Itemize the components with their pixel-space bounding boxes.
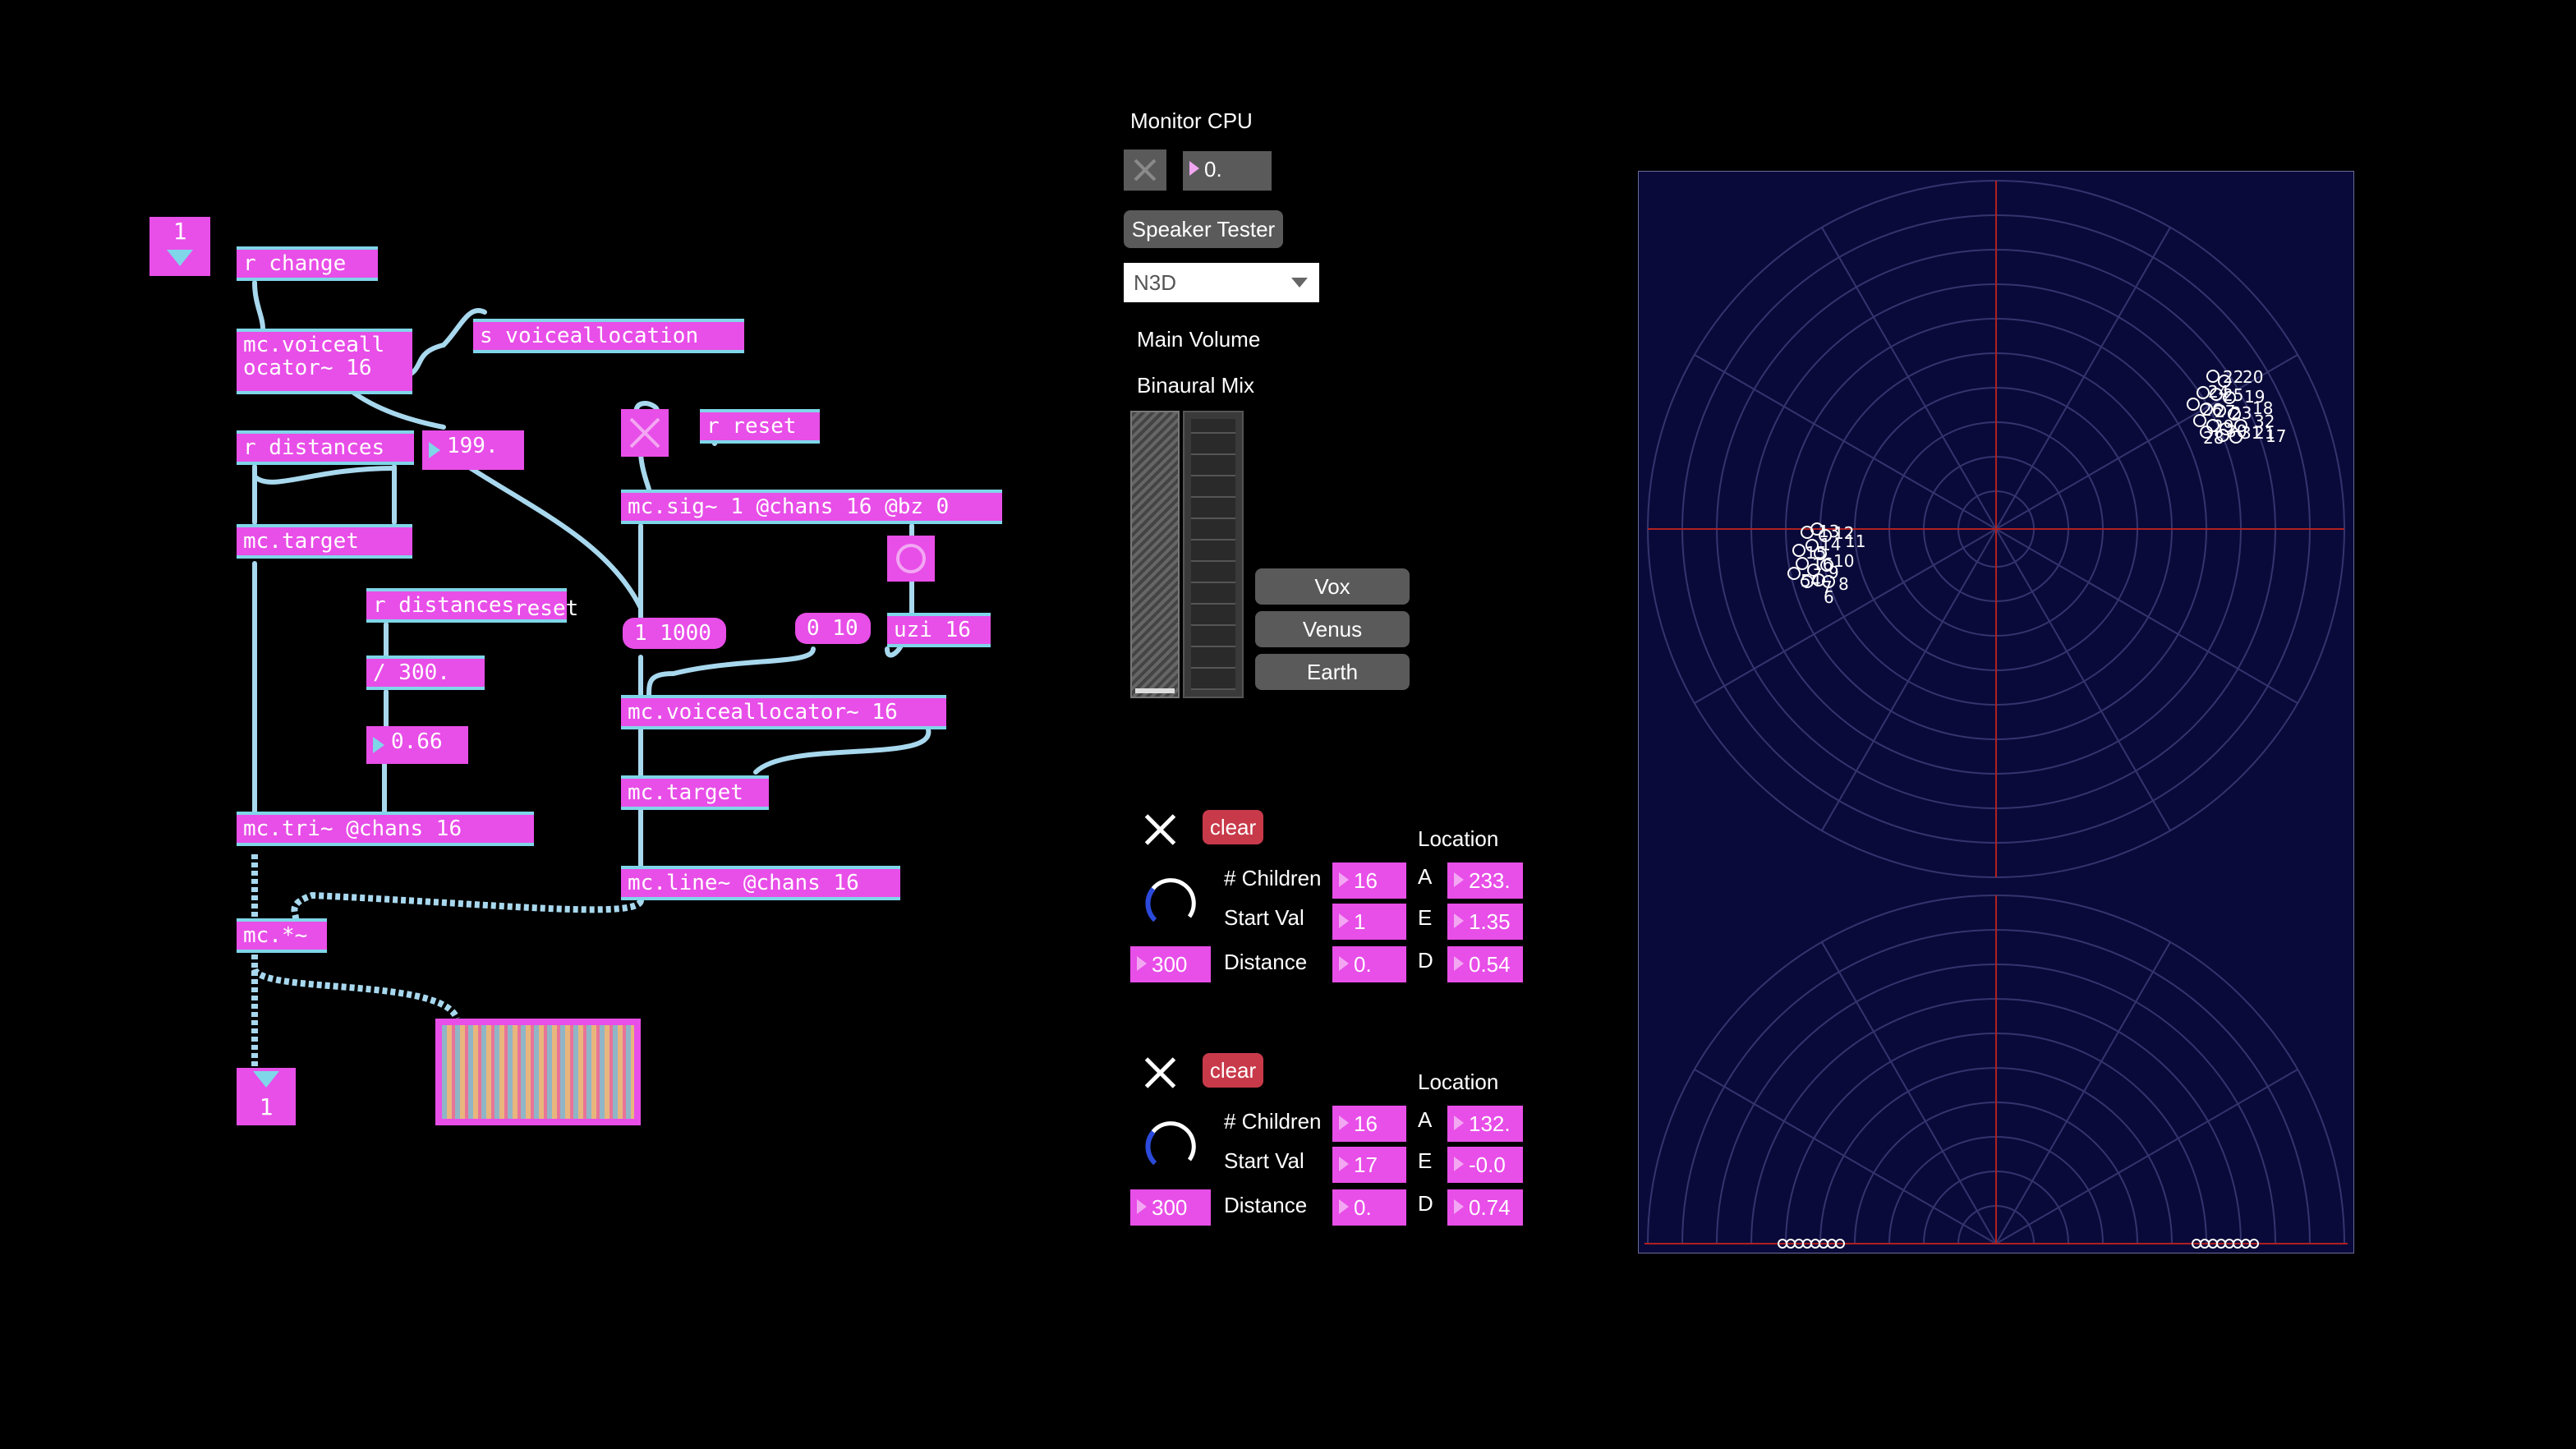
inlet-arrow-icon bbox=[167, 250, 193, 266]
source-1-a-label: A bbox=[1418, 864, 1433, 889]
mc-voiceallocator-object[interactable]: mc.voiceall ocator~ 16 bbox=[237, 329, 412, 394]
preset-earth-button[interactable]: Earth bbox=[1255, 654, 1410, 690]
outlet-number: 1 bbox=[259, 1093, 274, 1120]
cluster-a-label-6: 6 bbox=[1824, 587, 1834, 607]
source-2-children-number[interactable]: 16 bbox=[1332, 1106, 1406, 1142]
main-volume-label: Main Volume bbox=[1137, 327, 1261, 352]
mc-multiply-object[interactable]: mc.*~ bbox=[237, 918, 327, 953]
source-1-start-val-label: Start Val bbox=[1224, 905, 1304, 930]
source-2-distance-d-number[interactable]: 0.74 bbox=[1447, 1189, 1523, 1226]
binaural-mix-meter bbox=[1183, 411, 1244, 698]
cpu-toggle-x-icon bbox=[1134, 159, 1157, 182]
s-voiceallocation-object[interactable]: s voiceallocation bbox=[473, 319, 744, 353]
source-2-start-val-label: Start Val bbox=[1224, 1148, 1304, 1173]
source-2-distance-label: Distance bbox=[1224, 1193, 1308, 1217]
cluster-b-label-20: 20 bbox=[2242, 367, 2263, 387]
r-change-object[interactable]: r change bbox=[237, 246, 378, 281]
mc-voiceallocator-object-2[interactable]: mc.voiceallocator~ 16 bbox=[621, 695, 946, 729]
toggle-box[interactable] bbox=[621, 409, 669, 457]
cluster-a-label-8: 8 bbox=[1838, 574, 1849, 594]
mc-meter-grid bbox=[435, 1019, 641, 1125]
r-reset-object[interactable]: r reset bbox=[700, 409, 820, 444]
mc-target-object[interactable]: mc.target bbox=[237, 524, 412, 559]
source-2-azimuth-number[interactable]: 132. bbox=[1447, 1106, 1523, 1142]
bang-button[interactable] bbox=[887, 536, 935, 582]
source-1-clear-button[interactable]: clear bbox=[1203, 810, 1263, 844]
source-1-distance-offset[interactable]: 0. bbox=[1332, 946, 1406, 982]
chevron-down-icon bbox=[1291, 278, 1308, 288]
source-2-children-label: # Children bbox=[1224, 1109, 1322, 1134]
reset-overlap-label: reset bbox=[514, 596, 579, 621]
source-1-distance-label: Distance bbox=[1224, 950, 1308, 974]
patch-inlet[interactable]: 1 bbox=[150, 217, 210, 276]
cluster-b-label-17: 17 bbox=[2266, 426, 2286, 446]
mc-target-object-2[interactable]: mc.target bbox=[621, 775, 769, 810]
source-1-elevation-number[interactable]: 1.35 bbox=[1447, 904, 1523, 940]
source-1-distance-d-number[interactable]: 0.54 bbox=[1447, 946, 1523, 982]
source-1-children-number[interactable]: 16 bbox=[1332, 862, 1406, 899]
source-1-children-label: # Children bbox=[1224, 866, 1322, 890]
mc-cable bbox=[291, 891, 644, 919]
cpu-toggle[interactable] bbox=[1124, 150, 1166, 191]
bang-circle-icon bbox=[896, 544, 926, 573]
preset-venus-button[interactable]: Venus bbox=[1255, 611, 1410, 647]
patch-outlet[interactable]: 1 bbox=[237, 1068, 296, 1125]
cluster-a-label-5: 5 bbox=[1801, 571, 1811, 591]
source-2-clear-button[interactable]: clear bbox=[1203, 1053, 1263, 1088]
cpu-number-box: 0. bbox=[1183, 151, 1272, 191]
source-2-distance-number[interactable]: 300 bbox=[1130, 1189, 1211, 1226]
decoder-select[interactable]: N3D bbox=[1124, 263, 1319, 302]
source-1-dial[interactable] bbox=[1132, 862, 1209, 938]
source-2-elevation-number[interactable]: -0.0 bbox=[1447, 1147, 1523, 1183]
decoder-select-value: N3D bbox=[1134, 270, 1177, 295]
cluster-a-label-11: 11 bbox=[1845, 531, 1865, 551]
cable bbox=[252, 280, 265, 331]
cable bbox=[466, 464, 643, 610]
source-2-d-label: D bbox=[1418, 1191, 1433, 1216]
cable bbox=[400, 308, 487, 380]
mc-line-object[interactable]: mc.line~ @chans 16 bbox=[621, 866, 900, 900]
message-0-10[interactable]: 0 10 bbox=[795, 613, 871, 644]
source-2-distance-offset[interactable]: 0. bbox=[1332, 1189, 1406, 1226]
source-2-e-label: E bbox=[1418, 1148, 1433, 1173]
cluster-b-label-28: 28 bbox=[2203, 428, 2224, 448]
source-1-close-icon[interactable] bbox=[1142, 812, 1178, 848]
source-1-location-label: Location bbox=[1418, 826, 1499, 851]
binaural-mix-label: Binaural Mix bbox=[1137, 373, 1255, 398]
mc-tri-object[interactable]: mc.tri~ @chans 16 bbox=[237, 812, 534, 846]
mc-cable bbox=[251, 967, 460, 1020]
message-1-1000[interactable]: 1 1000 bbox=[623, 618, 726, 649]
cluster-a-label-4: 4 bbox=[1810, 571, 1821, 591]
source-2-start-val-number[interactable]: 17 bbox=[1332, 1147, 1406, 1183]
cable bbox=[252, 466, 397, 485]
source-1-start-val-number[interactable]: 1 bbox=[1332, 904, 1406, 940]
monitor-cpu-label: Monitor CPU bbox=[1130, 108, 1253, 133]
spatial-view[interactable]: 13 12 14 11 15 16 10 9 5 4 8 7 6 22 20 2… bbox=[1638, 171, 2354, 1254]
uzi-object[interactable]: uzi 16 bbox=[887, 613, 991, 647]
toggle-x-icon bbox=[629, 417, 660, 448]
source-2-a-label: A bbox=[1418, 1107, 1433, 1132]
r-distances-object[interactable]: r distances bbox=[237, 430, 414, 465]
source-1-d-label: D bbox=[1418, 948, 1433, 973]
inlet-number: 1 bbox=[172, 218, 187, 245]
mc-sig-object[interactable]: mc.sig~ 1 @chans 16 @bz 0 bbox=[621, 490, 1002, 524]
outlet-arrow-icon bbox=[253, 1071, 279, 1088]
preset-vox-button[interactable]: Vox bbox=[1255, 568, 1410, 605]
cable bbox=[646, 646, 816, 699]
distance-number-box[interactable]: 199. bbox=[422, 430, 524, 470]
source-1-e-label: E bbox=[1418, 905, 1433, 930]
cluster-b-label-23: 23 bbox=[2231, 403, 2252, 423]
scale-number-box[interactable]: 0.66 bbox=[366, 726, 468, 764]
source-2-dial[interactable] bbox=[1132, 1106, 1209, 1181]
source-2-location-label: Location bbox=[1418, 1070, 1499, 1094]
source-1-distance-number[interactable]: 300 bbox=[1130, 946, 1211, 982]
source-1-azimuth-number[interactable]: 233. bbox=[1447, 862, 1523, 899]
main-volume-slider[interactable] bbox=[1130, 411, 1180, 698]
divide-object[interactable]: / 300. bbox=[366, 656, 485, 690]
cable bbox=[638, 449, 651, 492]
source-2-close-icon[interactable] bbox=[1142, 1055, 1178, 1091]
cable bbox=[753, 727, 932, 775]
speaker-tester-button[interactable]: Speaker Tester bbox=[1124, 210, 1283, 248]
